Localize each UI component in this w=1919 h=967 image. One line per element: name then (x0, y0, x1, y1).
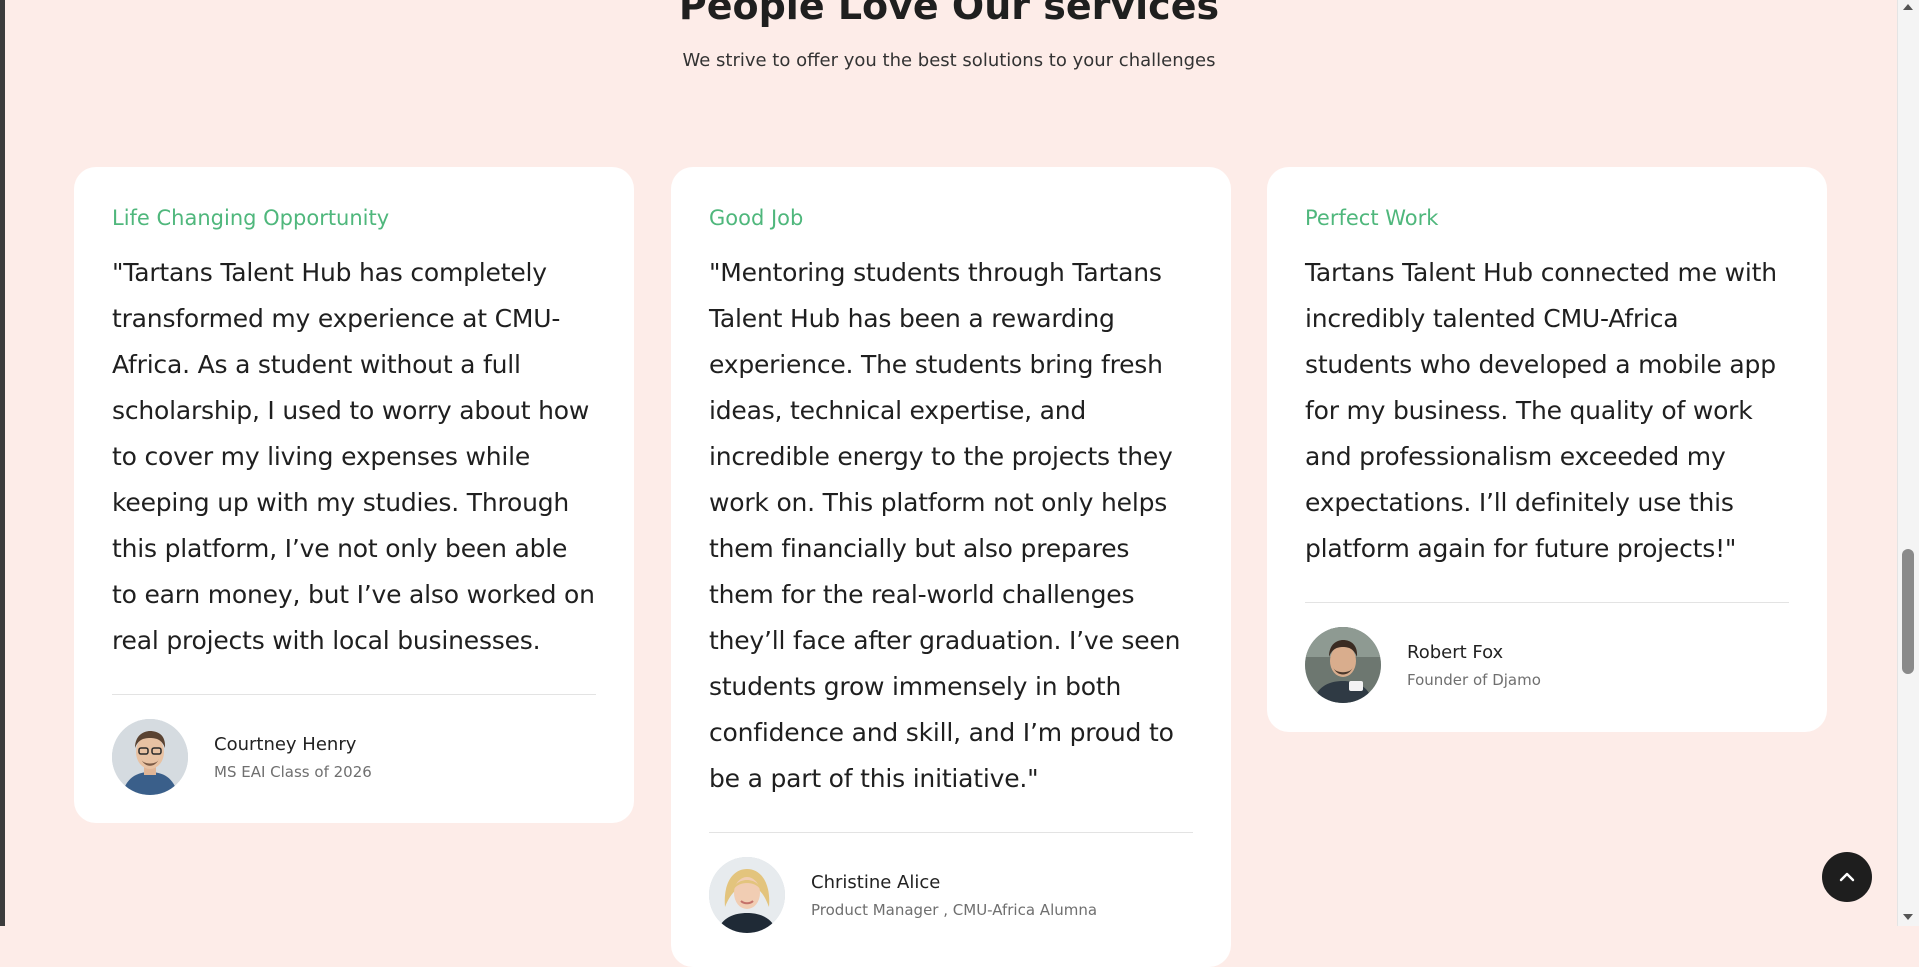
testimonial-card: Good Job "Mentoring students through Tar… (671, 167, 1231, 967)
section-subtitle: We strive to offer you the best solution… (682, 50, 1216, 71)
avatar (112, 719, 188, 796)
author-name: Courtney Henry (214, 733, 357, 755)
card-divider (709, 832, 1193, 834)
testimonial-card: Perfect Work Tartans Talent Hub connecte… (1267, 167, 1827, 732)
author-role: Founder of Djamo (1407, 670, 1541, 689)
scroll-down-arrow-icon[interactable] (1903, 914, 1913, 920)
author-name: Christine Alice (811, 871, 941, 893)
window-border (0, 0, 5, 926)
avatar (1305, 627, 1381, 704)
testimonial-tag: Life Changing Opportunity (112, 206, 390, 230)
testimonial-tag: Good Job (709, 206, 804, 230)
testimonial-tag: Perfect Work (1305, 206, 1439, 230)
chevron-up-icon (1839, 872, 1855, 882)
testimonial-card: Life Changing Opportunity "Tartans Talen… (74, 167, 634, 823)
author-role: MS EAI Class of 2026 (214, 762, 372, 781)
testimonial-quote: "Mentoring students through Tartans Tale… (709, 258, 1181, 794)
testimonial-author: Courtney Henry MS EAI Class of 2026 (112, 719, 596, 796)
card-divider (1305, 602, 1789, 604)
vertical-scrollbar[interactable] (1897, 0, 1919, 926)
card-divider (112, 694, 596, 696)
testimonial-quote: Tartans Talent Hub connected me with inc… (1305, 258, 1777, 564)
testimonial-quote: "Tartans Talent Hub has completely trans… (112, 258, 595, 656)
author-name: Robert Fox (1407, 641, 1504, 663)
scrollbar-thumb[interactable] (1902, 549, 1914, 674)
back-to-top-button[interactable] (1822, 852, 1872, 902)
testimonial-author: Robert Fox Founder of Djamo (1305, 627, 1789, 704)
section-title: People Love Our services (678, 0, 1220, 28)
testimonial-author: Christine Alice Product Manager , CMU-Af… (709, 857, 1193, 934)
avatar (709, 857, 785, 934)
scroll-up-arrow-icon[interactable] (1903, 4, 1913, 10)
author-role: Product Manager , CMU-Africa Alumna (811, 900, 1098, 919)
